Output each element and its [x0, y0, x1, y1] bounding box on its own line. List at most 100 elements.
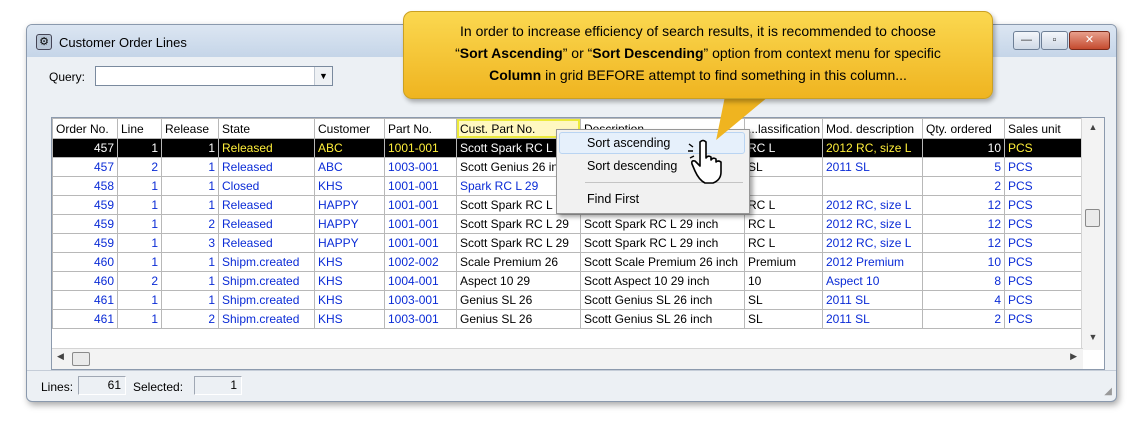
- cell-customer[interactable]: KHS: [314, 176, 385, 196]
- cell-part-no[interactable]: 1001-001: [384, 214, 457, 234]
- cell-sales-unit[interactable]: PCS: [1004, 176, 1084, 196]
- cell-release[interactable]: 1: [161, 138, 219, 158]
- cell-release[interactable]: 1: [161, 290, 219, 310]
- cell-order-no[interactable]: 457: [52, 157, 118, 177]
- cell-customer[interactable]: ABC: [314, 138, 385, 158]
- cell-classification[interactable]: SL: [744, 157, 823, 177]
- table-row[interactable]: 459 1 3 Released HAPPY 1001-001 Scott Spark RC…: [52, 233, 1084, 253]
- cell-order-no[interactable]: 457: [52, 138, 118, 158]
- cell-line[interactable]: 1: [117, 233, 162, 253]
- cell-qty-ordered[interactable]: 12: [922, 195, 1005, 215]
- cell-line[interactable]: 1: [117, 138, 162, 158]
- maximize-button[interactable]: ▫: [1041, 31, 1068, 50]
- cell-mod-description[interactable]: 2012 RC, size L: [822, 233, 923, 253]
- scroll-up-icon[interactable]: ▲: [1082, 122, 1104, 132]
- cell-sales-unit[interactable]: PCS: [1004, 214, 1084, 234]
- cell-qty-ordered[interactable]: 12: [922, 214, 1005, 234]
- cell-state[interactable]: Released: [218, 157, 315, 177]
- cell-order-no[interactable]: 460: [52, 271, 118, 291]
- cell-mod-description[interactable]: 2012 Premium: [822, 252, 923, 272]
- cell-mod-description[interactable]: 2011 SL: [822, 309, 923, 329]
- table-row[interactable]: 460 2 1 Shipm.created KHS 1004-001 Aspect 10 2…: [52, 271, 1084, 291]
- cell-customer[interactable]: KHS: [314, 309, 385, 329]
- cell-release[interactable]: 1: [161, 157, 219, 177]
- vertical-scrollbar[interactable]: ▲ ▼: [1081, 118, 1104, 350]
- cell-qty-ordered[interactable]: 4: [922, 290, 1005, 310]
- cell-part-no[interactable]: 1003-001: [384, 157, 457, 177]
- resize-grip-icon[interactable]: ◢: [1104, 386, 1112, 397]
- cell-release[interactable]: 1: [161, 271, 219, 291]
- cell-customer[interactable]: KHS: [314, 252, 385, 272]
- cell-order-no[interactable]: 461: [52, 309, 118, 329]
- cell-mod-description[interactable]: 2011 SL: [822, 290, 923, 310]
- cell-order-no[interactable]: 459: [52, 233, 118, 253]
- horizontal-scrollbar[interactable]: ◀ ▶: [52, 348, 1083, 369]
- cell-line[interactable]: 1: [117, 176, 162, 196]
- cell-state[interactable]: Shipm.created: [218, 290, 315, 310]
- cell-cust-part-no[interactable]: Scott Spark RC L 29: [456, 214, 581, 234]
- cell-classification[interactable]: RC L: [744, 138, 823, 158]
- cell-line[interactable]: 2: [117, 157, 162, 177]
- cell-customer[interactable]: KHS: [314, 271, 385, 291]
- chevron-down-icon[interactable]: ▼: [314, 67, 332, 85]
- cell-line[interactable]: 1: [117, 214, 162, 234]
- cell-description[interactable]: Scott Aspect 10 29 inch: [580, 271, 745, 291]
- cell-line[interactable]: 1: [117, 195, 162, 215]
- cell-customer[interactable]: HAPPY: [314, 195, 385, 215]
- cell-cust-part-no[interactable]: Genius SL 26: [456, 309, 581, 329]
- cell-line[interactable]: 1: [117, 309, 162, 329]
- query-dropdown[interactable]: ▼: [95, 66, 333, 86]
- cell-classification[interactable]: RC L: [744, 233, 823, 253]
- cell-qty-ordered[interactable]: 2: [922, 176, 1005, 196]
- menu-item-sort-ascending[interactable]: Sort ascending: [587, 136, 670, 150]
- cell-qty-ordered[interactable]: 2: [922, 309, 1005, 329]
- cell-release[interactable]: 1: [161, 252, 219, 272]
- cell-description[interactable]: Scott Scale Premium 26 inch: [580, 252, 745, 272]
- close-button[interactable]: ✕: [1069, 31, 1110, 50]
- cell-part-no[interactable]: 1004-001: [384, 271, 457, 291]
- vertical-scroll-thumb[interactable]: [1085, 209, 1100, 227]
- cell-part-no[interactable]: 1001-001: [384, 138, 457, 158]
- cell-line[interactable]: 1: [117, 252, 162, 272]
- cell-qty-ordered[interactable]: 8: [922, 271, 1005, 291]
- cell-state[interactable]: Shipm.created: [218, 252, 315, 272]
- cell-state[interactable]: Released: [218, 214, 315, 234]
- cell-sales-unit[interactable]: PCS: [1004, 138, 1084, 158]
- cell-order-no[interactable]: 460: [52, 252, 118, 272]
- cell-cust-part-no[interactable]: Scale Premium 26: [456, 252, 581, 272]
- cell-state[interactable]: Closed: [218, 176, 315, 196]
- cell-state[interactable]: Released: [218, 233, 315, 253]
- cell-description[interactable]: Scott Genius SL 26 inch: [580, 309, 745, 329]
- cell-qty-ordered[interactable]: 5: [922, 157, 1005, 177]
- header-state[interactable]: State: [218, 118, 315, 139]
- cell-mod-description[interactable]: 2011 SL: [822, 157, 923, 177]
- cell-classification[interactable]: SL: [744, 290, 823, 310]
- cell-qty-ordered[interactable]: 10: [922, 252, 1005, 272]
- cell-classification[interactable]: RC L: [744, 214, 823, 234]
- cell-qty-ordered[interactable]: 12: [922, 233, 1005, 253]
- cell-line[interactable]: 1: [117, 290, 162, 310]
- cell-part-no[interactable]: 1001-001: [384, 176, 457, 196]
- cell-part-no[interactable]: 1003-001: [384, 290, 457, 310]
- cell-mod-description[interactable]: Aspect 10: [822, 271, 923, 291]
- cell-state[interactable]: Shipm.created: [218, 309, 315, 329]
- cell-order-no[interactable]: 458: [52, 176, 118, 196]
- cell-customer[interactable]: KHS: [314, 290, 385, 310]
- cell-release[interactable]: 1: [161, 195, 219, 215]
- cell-classification[interactable]: Premium: [744, 252, 823, 272]
- cell-part-no[interactable]: 1001-001: [384, 195, 457, 215]
- cell-qty-ordered[interactable]: 10: [922, 138, 1005, 158]
- cell-description[interactable]: Scott Spark RC L 29 inch: [580, 214, 745, 234]
- cell-release[interactable]: 2: [161, 309, 219, 329]
- header-part-no[interactable]: Part No.: [384, 118, 457, 139]
- cell-customer[interactable]: HAPPY: [314, 214, 385, 234]
- header-mod-description[interactable]: Mod. description: [822, 118, 923, 139]
- cell-mod-description[interactable]: 2012 RC, size L: [822, 138, 923, 158]
- cell-cust-part-no[interactable]: Genius SL 26: [456, 290, 581, 310]
- cell-customer[interactable]: HAPPY: [314, 233, 385, 253]
- header-sales-unit[interactable]: Sales unit: [1004, 118, 1084, 139]
- header-release[interactable]: Release: [161, 118, 219, 139]
- table-row[interactable]: 461 1 1 Shipm.created KHS 1003-001 Genius SL 2…: [52, 290, 1084, 310]
- table-row[interactable]: 459 1 2 Released HAPPY 1001-001 Scott Spark RC…: [52, 214, 1084, 234]
- table-row[interactable]: 461 1 2 Shipm.created KHS 1003-001 Genius SL 2…: [52, 309, 1084, 329]
